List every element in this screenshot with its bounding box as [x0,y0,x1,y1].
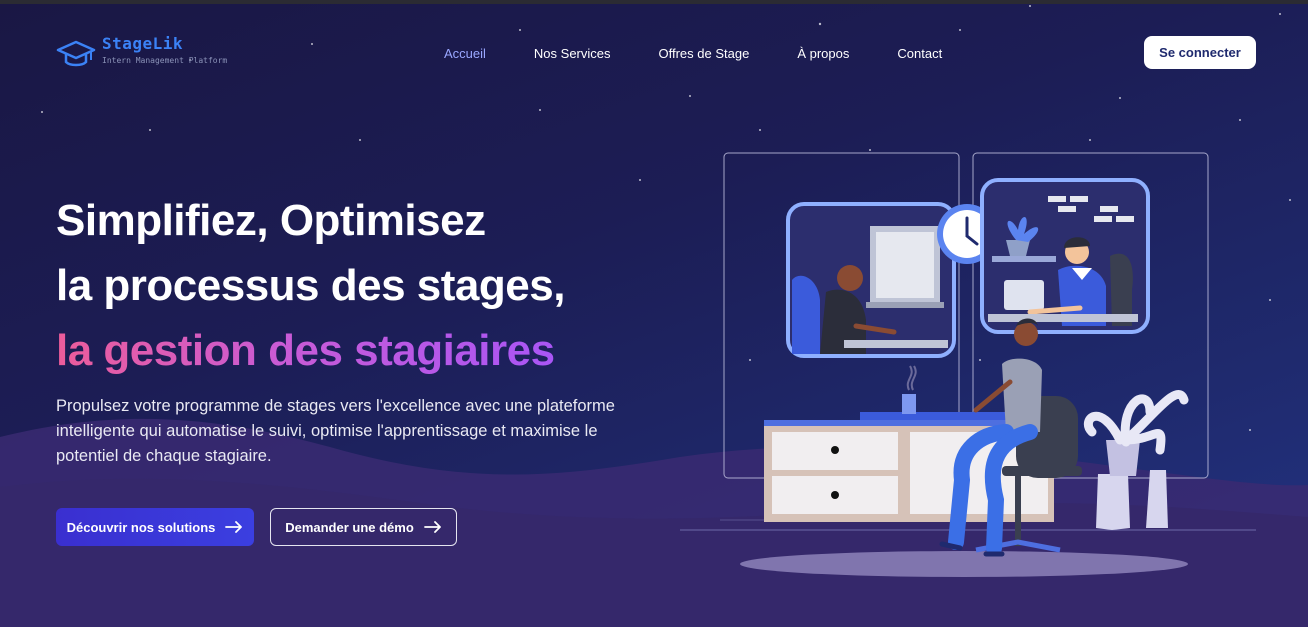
request-demo-label: Demander une démo [285,519,414,535]
login-button[interactable]: Se connecter [1144,36,1256,69]
remote-work-illustration [680,152,1256,577]
nav-item-contact[interactable]: Contact [897,46,942,61]
nav-item-offres[interactable]: Offres de Stage [659,46,750,61]
discover-solutions-label: Découvrir nos solutions [66,519,216,535]
hero-title-line-1: Simplifiez, Optimisez [56,196,486,245]
hero-title: Simplifiez, Optimisez la processus des s… [56,188,565,383]
main-nav: Accueil Nos Services Offres de Stage À p… [444,46,990,61]
hero-title-line-3: la gestion des stagiaires [56,318,565,383]
nav-item-services[interactable]: Nos Services [534,46,611,61]
nav-item-a-propos[interactable]: À propos [797,46,849,61]
brand-name: StageLik [102,34,184,53]
brand-logo[interactable]: StageLik Intern Management Platform [56,34,228,70]
nav-item-accueil[interactable]: Accueil [444,46,486,61]
arrow-right-icon [423,521,441,533]
arrow-right-icon [225,521,243,533]
graduation-cap-icon [56,40,96,67]
brand-tagline: Intern Management Platform [102,56,228,65]
request-demo-button[interactable]: Demander une démo [270,508,457,546]
site-header: StageLik Intern Management Platform Accu… [56,34,1256,70]
hero-title-line-2: la processus des stages, [56,261,565,310]
hero-subtitle: Propulsez votre programme de stages vers… [56,397,615,465]
discover-solutions-button[interactable]: Découvrir nos solutions [56,508,254,546]
